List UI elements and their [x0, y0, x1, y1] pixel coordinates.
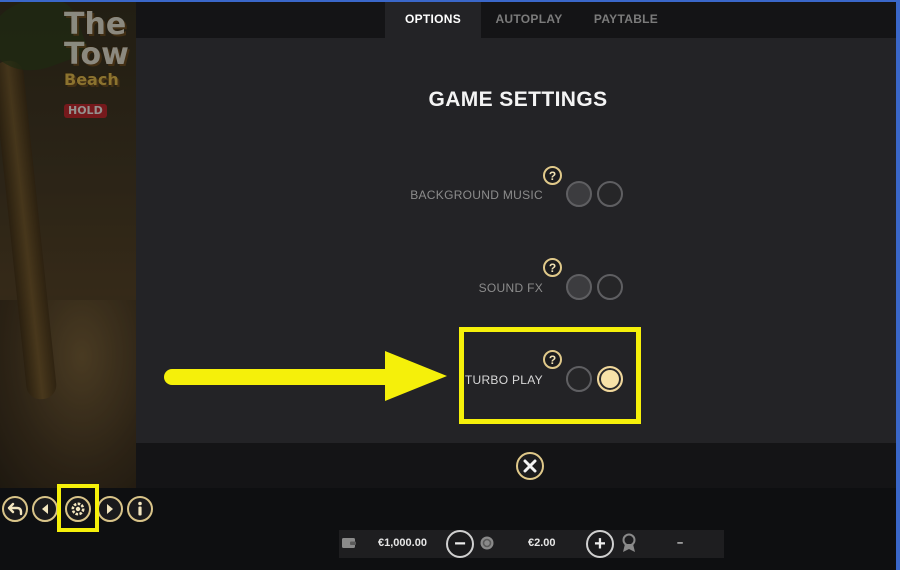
increase-bet-button[interactable]: + — [586, 530, 614, 558]
triangle-left-icon — [42, 504, 48, 514]
game-background: The Tow Beach HOLD — [0, 0, 136, 488]
panel-title: GAME SETTINGS — [428, 88, 608, 111]
turbo-play-highlight-annotation — [459, 327, 641, 424]
sound-fx-help-button[interactable]: ? — [543, 258, 562, 277]
settings-highlight-annotation — [57, 484, 99, 532]
sound-fx-label: SOUND FX — [478, 281, 543, 295]
sound-fx-on-toggle[interactable] — [597, 274, 623, 300]
close-button[interactable] — [516, 452, 544, 480]
win-value: – — [677, 537, 684, 549]
tab-paytable[interactable]: PAYTABLE — [577, 0, 675, 38]
tab-autoplay[interactable]: AUTOPLAY — [481, 0, 577, 38]
tab-options[interactable]: OPTIONS — [385, 0, 481, 38]
slot-game-screen: The Tow Beach HOLD OPTIONS AUTOPLAY PAYT… — [0, 0, 900, 570]
game-dim-overlay — [0, 0, 136, 488]
award-ribbon-icon — [622, 533, 636, 552]
triangle-right-icon — [107, 504, 113, 514]
background-music-off-toggle[interactable] — [566, 181, 592, 207]
window-right-edge — [896, 0, 900, 570]
pointer-arrow-shaft — [164, 369, 396, 385]
decrease-bet-button[interactable]: − — [446, 530, 474, 558]
back-arrow-icon — [7, 502, 23, 516]
window-top-edge — [0, 0, 900, 2]
pointer-arrow-icon — [385, 351, 447, 401]
coins-icon — [480, 536, 494, 550]
previous-button[interactable] — [32, 496, 58, 522]
settings-tabs: OPTIONS AUTOPLAY PAYTABLE — [385, 0, 675, 38]
background-music-help-button[interactable]: ? — [543, 166, 562, 185]
info-icon — [138, 501, 142, 516]
next-button[interactable] — [97, 496, 123, 522]
sound-fx-off-toggle[interactable] — [566, 274, 592, 300]
home-button[interactable] — [2, 496, 28, 522]
wallet-icon — [342, 538, 356, 548]
close-icon — [523, 459, 537, 473]
background-music-on-toggle[interactable] — [597, 181, 623, 207]
info-button[interactable] — [127, 496, 153, 522]
bet-value: €2.00 — [528, 537, 556, 549]
background-music-label: BACKGROUND MUSIC — [410, 188, 543, 202]
balance-value: €1,000.00 — [378, 537, 427, 549]
